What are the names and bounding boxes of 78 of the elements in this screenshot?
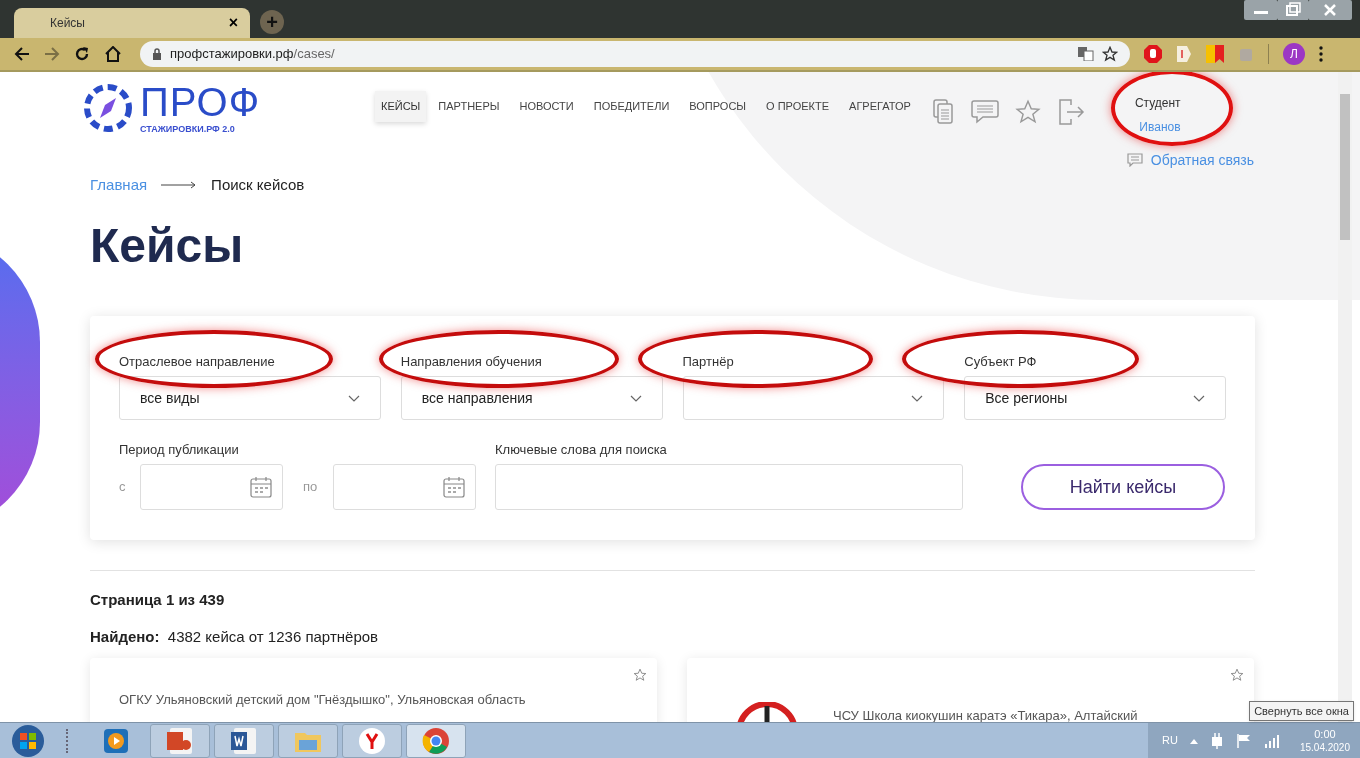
chevron-down-icon [347, 394, 360, 402]
chevron-down-icon [1193, 394, 1205, 402]
stop-sign-icon[interactable] [1144, 45, 1162, 63]
dropdown[interactable] [682, 376, 945, 420]
star-icon[interactable] [1230, 668, 1244, 682]
case-title: ОГКУ Ульяновский детский дом "Гнёздышко", Ульяновская область [119, 691, 526, 709]
dropdown[interactable]: все направления [400, 376, 663, 420]
filter-label: Период публикации [119, 441, 240, 459]
date-to-label: по [302, 478, 319, 497]
page-info: Страница 1 из 439 [90, 590, 226, 610]
minimize-icon[interactable] [1244, 0, 1278, 20]
bookmark-icon[interactable] [1206, 45, 1224, 63]
chat-icon[interactable] [970, 99, 999, 125]
home-icon[interactable] [104, 46, 122, 62]
nav-link[interactable]: ПАРТНЕРЫ [430, 91, 508, 122]
start-button-icon[interactable] [10, 723, 46, 758]
scrollbar-thumb[interactable] [1340, 94, 1350, 240]
close-tab-button[interactable]: × [228, 15, 238, 31]
logout-icon[interactable] [1056, 98, 1085, 126]
chat-icon[interactable] [1126, 153, 1143, 167]
signal-bars-icon[interactable] [1263, 733, 1280, 748]
page-title: Кейсы [90, 218, 245, 274]
user-role: Студент [1134, 95, 1181, 112]
star-icon[interactable] [1014, 99, 1041, 125]
chevron-down-icon [629, 394, 642, 402]
browser-tab[interactable]: Кейсы × [14, 8, 250, 38]
tab-title: Кейсы [50, 15, 85, 32]
taskbar-app-button[interactable] [150, 723, 210, 758]
case-card[interactable]: ЧСУ Школа киокушин каратэ «Тикара», Алтайский [687, 658, 1254, 722]
results-count: Найдено: 4382 кейса от 1236 партнёров [90, 626, 380, 647]
lock-icon [152, 48, 162, 60]
close-icon[interactable] [1308, 0, 1352, 20]
case-card[interactable]: ОГКУ Ульяновский детский дом "Гнёздышко", Ульяновская область [90, 658, 657, 722]
nav-link[interactable]: АГРЕГАТОР [841, 91, 919, 122]
chevron-down-icon [911, 394, 924, 402]
star-icon[interactable] [633, 668, 647, 682]
more-options-icon[interactable] [1319, 46, 1323, 62]
nav-link[interactable]: О ПРОЕКТЕ [758, 91, 838, 122]
caret-up-icon[interactable] [1189, 737, 1198, 744]
breadcrumb-current: Поиск кейсов [211, 174, 305, 195]
dropdown[interactable]: все виды [119, 376, 381, 420]
nav-link[interactable]: ВОПРОСЫ [681, 91, 755, 122]
filter-label: Ключевые слова для поиска [495, 441, 668, 459]
tooltip: Свернуть все окна [1249, 700, 1354, 721]
translate-icon[interactable] [1078, 47, 1094, 61]
date-field[interactable] [333, 464, 476, 510]
taskbar-app-button[interactable] [406, 723, 466, 758]
logo-subtitle: СТАЖИРОВКИ.РФ 2.0 [140, 124, 236, 134]
taskbar-app-button[interactable] [342, 723, 402, 758]
keywords-field[interactable] [495, 464, 963, 510]
logo-title: ПРОФ [140, 82, 261, 121]
calendar-icon[interactable] [250, 476, 272, 498]
dropdown[interactable]: Все регионы [964, 376, 1226, 420]
url-text: профстажировки.рф/cases/ [170, 45, 335, 64]
reload-icon[interactable] [74, 46, 90, 62]
filter-label: Партнёр [682, 353, 734, 371]
date-field[interactable] [140, 464, 283, 510]
extension-icon[interactable] [1176, 45, 1192, 63]
profile-avatar[interactable]: Л [1283, 43, 1305, 65]
taskbar-app-button[interactable] [214, 723, 274, 758]
filter-label: Субъект РФ [964, 353, 1037, 371]
forward-arrow-icon [44, 46, 60, 62]
nav-link[interactable]: ПОБЕДИТЕЛИ [585, 91, 678, 122]
search-button[interactable]: Найти кейсы [1021, 464, 1225, 510]
case-title: ЧСУ Школа киокушин каратэ «Тикара», Алтайский [833, 707, 1138, 722]
nav-link[interactable]: КЕЙСЫ [375, 91, 427, 122]
filter-label: Направления обучения [400, 353, 542, 371]
date-from-label: с [119, 478, 127, 497]
back-arrow-icon[interactable] [14, 46, 30, 62]
filter-label: Отраслевое направление [119, 353, 275, 371]
nav-link[interactable]: НОВОСТИ [511, 91, 582, 122]
power-plug-icon[interactable] [1209, 732, 1224, 749]
star-icon[interactable] [1102, 46, 1118, 62]
documents-icon[interactable] [932, 99, 955, 125]
calendar-icon[interactable] [443, 476, 465, 498]
address-bar[interactable]: профстажировки.рф/cases/ [140, 41, 1130, 67]
arrow-right-icon [161, 181, 198, 189]
flag-icon[interactable] [1235, 732, 1252, 749]
